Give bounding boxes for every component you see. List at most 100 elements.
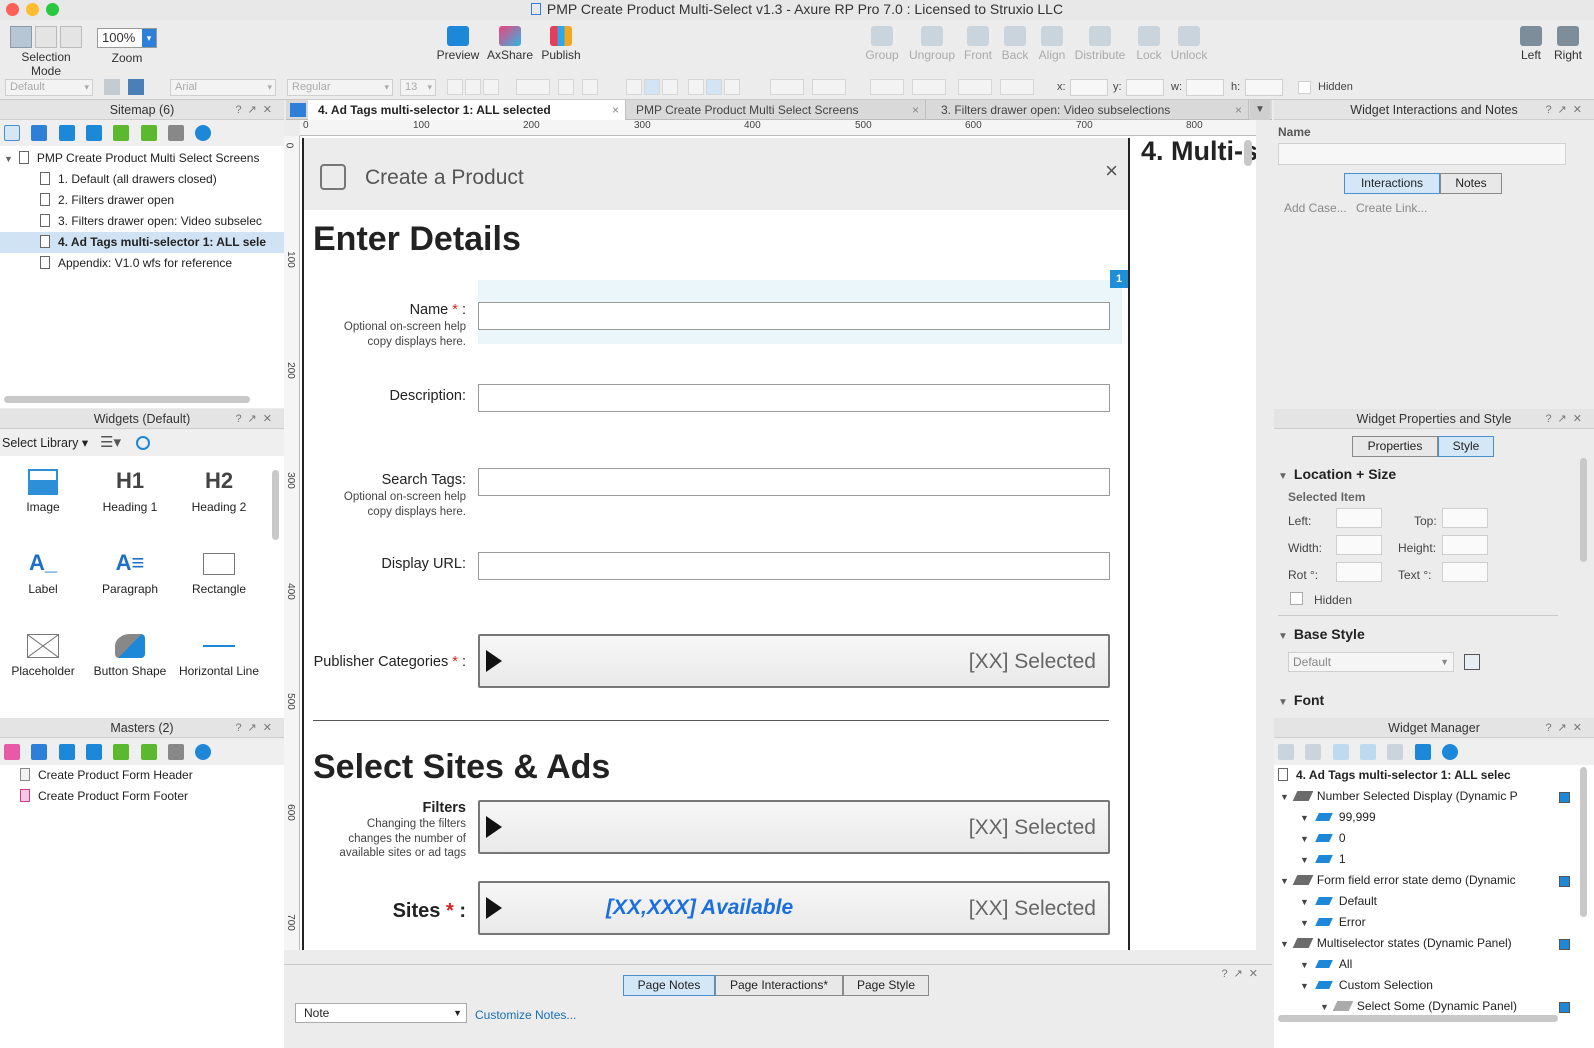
base-style-select[interactable]: Default ▼ — [1288, 652, 1454, 672]
search-icon[interactable] — [1442, 744, 1459, 760]
panel-controls[interactable]: ?↗✕ — [1545, 409, 1588, 429]
align-bottom-button[interactable] — [724, 79, 740, 95]
dynamic-panel-row[interactable]: ▼ Number Selected Display (Dynamic P — [1280, 786, 1530, 807]
align-button[interactable]: Align — [1034, 22, 1070, 62]
publisher-categories-multiselect[interactable]: [XX] Selected — [478, 634, 1110, 688]
style-select[interactable]: Default — [5, 79, 93, 96]
sitemap-toggle-icon[interactable] — [290, 103, 306, 117]
sitemap-page-selected[interactable]: 4. Ad Tags multi-selector 1: ALL sele — [0, 232, 284, 253]
panel-controls[interactable]: ?↗✕ — [235, 409, 278, 429]
height-input[interactable] — [1442, 535, 1488, 555]
align-right-text-button[interactable] — [662, 79, 678, 95]
name-input[interactable] — [478, 302, 1110, 330]
sitemap-page[interactable]: 3. Filters drawer open: Video subselec — [40, 211, 280, 232]
search-tags-input[interactable] — [478, 468, 1110, 496]
close-icon[interactable]: × — [1235, 100, 1242, 120]
dynamic-panel-row[interactable]: ▼ Multiselector states (Dynamic Panel) — [1280, 933, 1530, 954]
widget-heading-2[interactable]: H2 Heading 2 — [176, 462, 262, 514]
panel-state-row[interactable]: ▼ 99,999 — [1300, 807, 1376, 828]
selection-mode-icons[interactable] — [10, 26, 86, 48]
panel-controls[interactable]: ?↗✕ — [1221, 967, 1264, 980]
horizontal-scrollbar[interactable] — [4, 396, 250, 403]
front-button[interactable]: Front — [960, 22, 996, 62]
publish-button[interactable]: Publish — [540, 22, 582, 62]
tab-interactions[interactable]: Interactions — [1344, 173, 1440, 194]
link-button[interactable] — [582, 79, 598, 95]
size-select[interactable]: 13 — [400, 79, 436, 96]
dynamic-panel-row[interactable]: ▼ Form field error state demo (Dynamic — [1280, 870, 1530, 891]
fill-color-button[interactable] — [770, 79, 804, 95]
widget-rectangle[interactable]: Rectangle — [176, 544, 262, 596]
sitemap-page[interactable]: 2. Filters drawer open — [40, 190, 174, 211]
distribute-button[interactable]: Distribute — [1072, 22, 1128, 62]
expand-arrow-icon[interactable] — [486, 650, 502, 672]
widget-button-shape[interactable]: Button Shape — [87, 626, 173, 678]
indent-icon[interactable] — [113, 125, 130, 141]
visibility-checkbox[interactable] — [1559, 939, 1570, 950]
panel-controls[interactable]: ?↗✕ — [1545, 718, 1588, 738]
widget-paragraph[interactable]: A≡ Paragraph — [87, 544, 173, 596]
sitemap-page[interactable]: Appendix: V1.0 wfs for reference — [40, 253, 232, 274]
master-item[interactable]: Create Product Form Footer — [20, 786, 188, 807]
tab-page-notes[interactable]: Page Notes — [623, 975, 715, 996]
minimize-window-button[interactable] — [26, 3, 39, 16]
tab-notes[interactable]: Notes — [1440, 173, 1502, 194]
delete-icon[interactable] — [1387, 744, 1404, 760]
menu-icon[interactable]: ☰▾ — [100, 433, 121, 451]
close-icon[interactable]: × — [1105, 158, 1118, 184]
tab-page-style[interactable]: Page Style — [843, 975, 929, 996]
zoom-group[interactable]: 100% ▾ Zoom — [97, 22, 157, 65]
move-down-icon[interactable] — [86, 744, 103, 760]
display-url-input[interactable] — [478, 552, 1110, 580]
tab-page-3[interactable]: 3. Filters drawer open: Video subselecti… — [931, 100, 1249, 120]
tab-page-4[interactable]: 4. Ad Tags multi-selector 1: ALL selecte… — [308, 100, 626, 120]
edit-style-icon[interactable] — [1464, 654, 1480, 670]
widget-horizontal-line[interactable]: Horizontal Line — [176, 626, 262, 678]
design-canvas[interactable]: Create a Product × Enter Details 1 Name … — [300, 136, 1256, 950]
vertical-scrollbar[interactable] — [1244, 140, 1252, 166]
widget-label-item[interactable]: A_ Label — [0, 544, 86, 596]
preview-button[interactable]: Preview — [436, 22, 480, 62]
tab-style[interactable]: Style — [1438, 436, 1494, 457]
left-pane-button[interactable]: Left — [1516, 22, 1546, 62]
move-down-icon[interactable] — [86, 125, 103, 141]
weight-select[interactable]: Regular — [287, 79, 393, 96]
align-middle-button[interactable] — [706, 79, 722, 95]
back-button[interactable]: Back — [998, 22, 1032, 62]
zoom-window-button[interactable] — [46, 3, 59, 16]
align-center-text-button[interactable] — [644, 79, 660, 95]
panel-state-row[interactable]: ▼ All — [1300, 954, 1352, 975]
panel-controls[interactable]: ?↗✕ — [235, 718, 278, 738]
style-editor-icon[interactable] — [128, 79, 144, 95]
search-icon[interactable] — [195, 125, 212, 141]
widget-placeholder[interactable]: Placeholder — [0, 626, 86, 678]
panel-controls[interactable]: ?↗✕ — [1545, 100, 1588, 120]
horizontal-scrollbar[interactable] — [1278, 1015, 1558, 1022]
widget-heading-1[interactable]: H1 Heading 1 — [87, 462, 173, 514]
font-select[interactable]: Arial — [170, 79, 276, 96]
tab-list-chevron-icon[interactable]: ▼ — [1250, 100, 1270, 120]
close-icon[interactable]: × — [612, 100, 619, 120]
customize-notes-link[interactable]: Customize Notes... — [475, 1008, 576, 1022]
add-folder-icon[interactable] — [31, 744, 48, 760]
y-input[interactable] — [1126, 79, 1164, 96]
lock-button[interactable]: Lock — [1132, 22, 1166, 62]
italic-button[interactable] — [465, 79, 481, 95]
w-input[interactable] — [1186, 79, 1224, 96]
panel-controls[interactable]: ?↗✕ — [235, 100, 278, 120]
hidden-checkbox[interactable] — [1298, 81, 1311, 94]
vertical-scrollbar[interactable] — [1580, 767, 1587, 917]
tab-screens[interactable]: PMP Create Product Multi Select Screens × — [626, 100, 926, 120]
base-style-section[interactable]: ▼ Base Style — [1278, 626, 1365, 642]
filter-icon[interactable] — [1414, 744, 1431, 760]
arrow-style-button[interactable] — [1000, 79, 1034, 95]
sites-multiselect[interactable]: [XX,XXX] Available [XX] Selected — [478, 881, 1110, 935]
line-width-button[interactable] — [912, 79, 946, 95]
add-folder-icon[interactable] — [31, 125, 48, 141]
move-up-icon[interactable] — [58, 744, 75, 760]
unlock-button[interactable]: Unlock — [1168, 22, 1210, 62]
font-color-button[interactable] — [516, 79, 550, 95]
underline-button[interactable] — [483, 79, 499, 95]
search-icon[interactable] — [195, 744, 212, 760]
widget-image[interactable]: Image — [0, 462, 86, 514]
